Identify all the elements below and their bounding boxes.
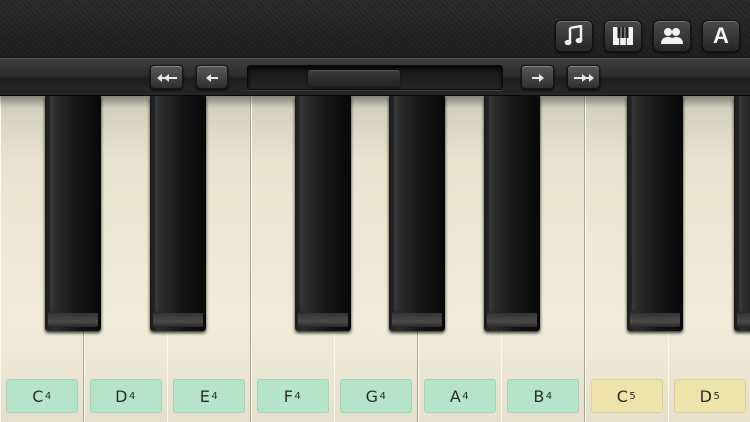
note-label: C5 xyxy=(590,379,663,413)
black-key[interactable] xyxy=(45,96,101,331)
note-name: D xyxy=(115,386,128,406)
black-key[interactable] xyxy=(484,96,540,331)
note-octave: 5 xyxy=(629,390,637,402)
piano-keys-icon xyxy=(612,26,634,46)
key-gloss xyxy=(155,96,160,311)
scroll-left-button[interactable] xyxy=(196,65,228,89)
key-tip xyxy=(487,313,537,327)
key-gloss xyxy=(489,96,494,311)
note-octave: 4 xyxy=(545,390,553,402)
note-name: D xyxy=(699,386,713,406)
note-label: D5 xyxy=(674,379,746,413)
piano-app: A C 4 D 4 E 4 F 4 G 4 A 4 B 4 C 5 D 5 xyxy=(0,0,750,422)
scroll-far-left-button[interactable] xyxy=(150,65,183,89)
note-label: G4 xyxy=(340,379,412,413)
double-arrow-right-icon xyxy=(573,68,595,87)
users-icon xyxy=(660,26,684,46)
font-letter-icon: A xyxy=(713,23,729,48)
scroll-right-button[interactable] xyxy=(521,65,554,89)
note-octave: 4 xyxy=(379,390,387,402)
note-label: E4 xyxy=(173,379,245,413)
note-octave: 5 xyxy=(713,390,721,402)
key-tip xyxy=(392,313,442,327)
note-label: B4 xyxy=(507,379,579,413)
key-tip xyxy=(48,313,98,327)
key-gloss xyxy=(50,96,55,311)
black-key[interactable] xyxy=(734,96,750,331)
note-label: A4 xyxy=(423,379,496,413)
note-label: C4 xyxy=(6,379,78,413)
note-octave: 4 xyxy=(211,390,219,402)
key-gloss xyxy=(394,96,399,311)
note-octave: 4 xyxy=(128,390,136,402)
piano-keyboard: C4D4E4F4G4A4B4C5D5 xyxy=(0,96,750,422)
note-octave: 4 xyxy=(294,390,302,402)
key-tip xyxy=(630,313,680,327)
note-label: D4 xyxy=(89,379,162,413)
note-name: G xyxy=(365,386,379,406)
black-key[interactable] xyxy=(627,96,683,331)
navigation-strip xyxy=(0,58,750,96)
black-key[interactable] xyxy=(150,96,206,331)
note-octave: 4 xyxy=(462,390,470,402)
double-arrow-left-icon xyxy=(156,68,178,87)
black-key[interactable] xyxy=(295,96,351,331)
scroll-far-right-button[interactable] xyxy=(567,65,600,89)
key-gloss xyxy=(739,96,744,311)
note-name: B xyxy=(533,386,545,406)
key-tip xyxy=(737,313,750,327)
arrow-left-icon xyxy=(205,68,219,87)
note-name: C xyxy=(616,386,629,406)
note-name: F xyxy=(283,386,294,406)
music-note-icon xyxy=(564,25,584,47)
note-label: F4 xyxy=(256,379,329,413)
song-button[interactable] xyxy=(555,20,593,52)
key-tip xyxy=(298,313,348,327)
key-gloss xyxy=(632,96,637,311)
key-tip xyxy=(153,313,203,327)
key-gloss xyxy=(300,96,305,311)
keyboard-scroll-thumb[interactable] xyxy=(307,70,400,87)
keyboard-scroll-bar[interactable] xyxy=(247,65,503,90)
arrow-right-icon xyxy=(531,68,545,87)
top-bar: A xyxy=(0,0,750,58)
note-names-button[interactable]: A xyxy=(702,20,740,52)
black-key[interactable] xyxy=(389,96,445,331)
note-name: C xyxy=(32,386,44,406)
note-name: E xyxy=(199,386,211,406)
note-octave: 4 xyxy=(44,390,52,402)
note-name: A xyxy=(449,386,462,406)
keyboard-mode-button[interactable] xyxy=(604,20,642,52)
multiplayer-button[interactable] xyxy=(653,20,691,52)
